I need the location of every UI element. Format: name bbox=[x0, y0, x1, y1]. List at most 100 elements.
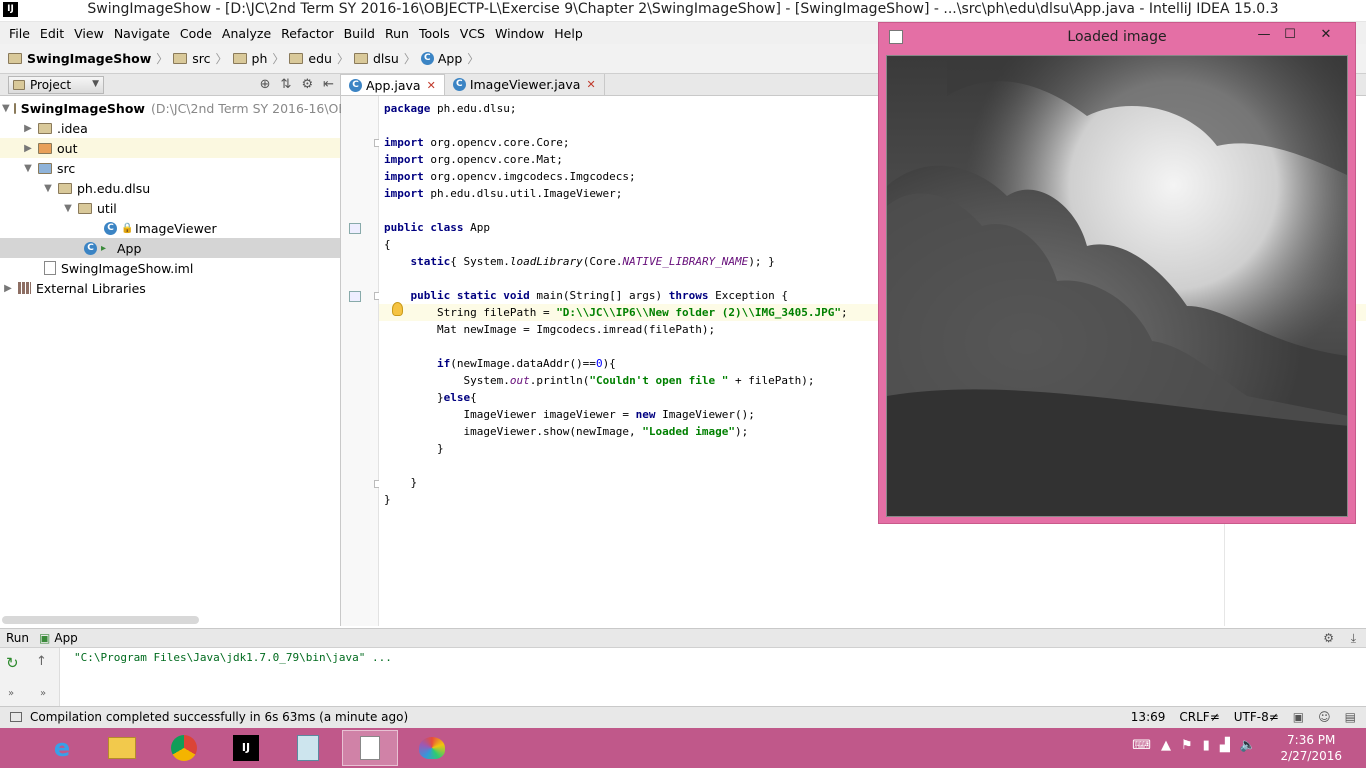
volume-icon[interactable]: 🔈 bbox=[1240, 738, 1256, 753]
editor-gutter[interactable] bbox=[341, 96, 382, 626]
run-panel-header: Run ▣ App ⚙ ⤓ bbox=[0, 628, 1366, 648]
menu-navigate[interactable]: Navigate bbox=[109, 26, 175, 41]
implementation-marker-icon[interactable] bbox=[349, 223, 361, 234]
caret-position[interactable]: 13:69 bbox=[1131, 710, 1166, 724]
code-line: Mat newImage = Imgcodecs.imread(filePath… bbox=[384, 323, 716, 336]
collapsed-arrow-icon[interactable]: ▶ bbox=[2, 283, 14, 294]
tree-item-idea[interactable]: ▶ .idea bbox=[0, 118, 340, 138]
menu-window[interactable]: Window bbox=[490, 26, 549, 41]
paint-icon[interactable] bbox=[404, 730, 460, 766]
lightbulb-icon[interactable] bbox=[392, 302, 403, 316]
menu-help[interactable]: Help bbox=[549, 26, 588, 41]
project-view-dropdown[interactable]: Project ▼ bbox=[8, 75, 104, 94]
maximize-icon[interactable]: ☐ bbox=[1281, 27, 1299, 42]
tree-item-swingimageshow[interactable]: ▼ SwingImageShow (D:\JC\2nd Term SY 2016… bbox=[0, 98, 379, 118]
show-hidden-icons-icon[interactable]: ▲ bbox=[1161, 738, 1171, 753]
hide-panel-icon[interactable]: ⇤ bbox=[323, 77, 334, 92]
breadcrumb-app[interactable]: C App 〉 bbox=[420, 50, 484, 67]
line-separator[interactable]: CRLF≠ bbox=[1179, 710, 1219, 724]
file-encoding[interactable]: UTF-8≠ bbox=[1234, 710, 1279, 724]
file-explorer-icon[interactable] bbox=[94, 730, 150, 766]
up-arrow-icon[interactable]: ↑ bbox=[36, 654, 47, 669]
menu-edit[interactable]: Edit bbox=[35, 26, 69, 41]
network-icon[interactable]: ▟ bbox=[1220, 738, 1230, 753]
folder-icon bbox=[173, 53, 188, 64]
clock-time: 7:36 PM bbox=[1287, 733, 1336, 747]
menu-code[interactable]: Code bbox=[175, 26, 217, 41]
menu-view[interactable]: View bbox=[69, 26, 109, 41]
project-panel: Project ▼ ⊕ ⇅ ⚙ ⇤ ▼ SwingImageShow (D:\J… bbox=[0, 74, 379, 626]
close-icon[interactable]: ✕ bbox=[427, 79, 436, 92]
tab-app-java[interactable]: C App.java ✕ bbox=[341, 74, 445, 95]
rerun-icon[interactable]: ↻ bbox=[6, 654, 19, 672]
code-line: { bbox=[384, 238, 391, 251]
menu-analyze[interactable]: Analyze bbox=[217, 26, 276, 41]
tab-imageviewer-java[interactable]: C ImageViewer.java ✕ bbox=[445, 74, 605, 95]
breadcrumb-ph[interactable]: ph 〉 bbox=[232, 50, 290, 67]
horizontal-scrollbar[interactable] bbox=[2, 616, 199, 624]
expanded-arrow-icon[interactable]: ▼ bbox=[42, 183, 54, 194]
power-icon[interactable]: ▮ bbox=[1203, 738, 1210, 753]
java-app-icon[interactable] bbox=[342, 730, 398, 766]
tree-item-app[interactable]: C ▸ App bbox=[0, 238, 340, 258]
folder-icon bbox=[289, 53, 304, 64]
collapsed-arrow-icon[interactable]: ▶ bbox=[22, 123, 34, 134]
tree-item-external-libraries[interactable]: ▶ External Libraries bbox=[0, 278, 340, 298]
menu-tools[interactable]: Tools bbox=[414, 26, 455, 41]
breadcrumb-src[interactable]: src 〉 bbox=[173, 50, 232, 67]
gear-icon[interactable]: ⚙ bbox=[301, 77, 313, 92]
intellij-icon[interactable]: IJ bbox=[218, 730, 274, 766]
loaded-image-window[interactable]: Loaded image — ☐ ✕ bbox=[878, 22, 1356, 524]
close-icon[interactable]: ✕ bbox=[1317, 27, 1335, 42]
tree-item-package[interactable]: ▼ ph.edu.dlsu bbox=[0, 178, 340, 198]
code-line: public static void main(String[] args) t… bbox=[410, 289, 789, 302]
expand-right-icon[interactable]: » bbox=[40, 688, 46, 699]
expanded-arrow-icon[interactable]: ▼ bbox=[2, 103, 10, 114]
code-line: import org.opencv.imgcodecs.Imgcodecs; bbox=[384, 170, 636, 183]
code-line: imageViewer.show(newImage, "Loaded image… bbox=[384, 425, 749, 438]
collapse-all-icon[interactable]: ⇅ bbox=[281, 77, 292, 92]
menu-run[interactable]: Run bbox=[380, 26, 414, 41]
taskbar-clock[interactable]: 7:36 PM 2/27/2016 bbox=[1280, 732, 1342, 764]
tree-item-src[interactable]: ▼ src bbox=[0, 158, 340, 178]
lock-icon[interactable]: ▣ bbox=[1293, 710, 1304, 724]
image-window-titlebar[interactable]: Loaded image — ☐ ✕ bbox=[879, 23, 1355, 51]
code-line: if(newImage.dataAddr()==0){ bbox=[436, 357, 616, 370]
breadcrumb-edu[interactable]: edu 〉 bbox=[289, 50, 354, 67]
run-config-icon: ▸ bbox=[101, 242, 107, 254]
breadcrumb-project[interactable]: SwingImageShow 〉 bbox=[8, 50, 173, 67]
menu-build[interactable]: Build bbox=[339, 26, 380, 41]
locate-icon[interactable]: ⊕ bbox=[260, 77, 271, 92]
status-message: Compilation completed successfully in 6s… bbox=[30, 710, 409, 724]
minimize-icon[interactable]: — bbox=[1255, 27, 1273, 42]
hide-panel-icon[interactable]: ⤓ bbox=[1351, 631, 1356, 646]
tree-item-out[interactable]: ▶ out bbox=[0, 138, 340, 158]
menu-vcs[interactable]: VCS bbox=[455, 26, 490, 41]
console-output: "C:\Program Files\Java\jdk1.7.0_79\bin\j… bbox=[74, 651, 392, 664]
expanded-arrow-icon[interactable]: ▼ bbox=[62, 203, 74, 214]
expand-left-icon[interactable]: » bbox=[8, 688, 14, 699]
run-config-icon: ▣ bbox=[39, 631, 51, 645]
tree-item-util[interactable]: ▼ util bbox=[0, 198, 340, 218]
folder-icon bbox=[38, 122, 52, 134]
notepad-icon[interactable] bbox=[280, 730, 336, 766]
collapsed-arrow-icon[interactable]: ▶ bbox=[22, 143, 34, 154]
menu-refactor[interactable]: Refactor bbox=[276, 26, 338, 41]
run-panel-label: Run bbox=[6, 631, 30, 645]
tree-item-imageviewer[interactable]: C 🔒 ImageViewer bbox=[0, 218, 340, 238]
tool-window-icon[interactable] bbox=[10, 712, 22, 722]
event-log-icon[interactable]: ▤ bbox=[1345, 710, 1356, 724]
chrome-icon[interactable] bbox=[156, 730, 212, 766]
grayscale-cloud-photo bbox=[887, 56, 1347, 516]
implementation-marker-icon[interactable] bbox=[349, 291, 361, 302]
expanded-arrow-icon[interactable]: ▼ bbox=[22, 163, 34, 174]
close-icon[interactable]: ✕ bbox=[586, 78, 595, 91]
breadcrumb-dlsu[interactable]: dlsu 〉 bbox=[354, 50, 421, 67]
gear-icon[interactable]: ⚙ bbox=[1323, 631, 1334, 645]
keyboard-icon[interactable]: ⌨ bbox=[1132, 738, 1151, 753]
tree-item-iml[interactable]: SwingImageShow.iml bbox=[0, 258, 340, 278]
menu-file[interactable]: File bbox=[4, 26, 35, 41]
inspector-icon[interactable]: ☺ bbox=[1318, 710, 1331, 724]
action-center-flag-icon[interactable]: ⚑ bbox=[1181, 738, 1193, 753]
internet-explorer-icon[interactable]: e bbox=[34, 730, 90, 766]
